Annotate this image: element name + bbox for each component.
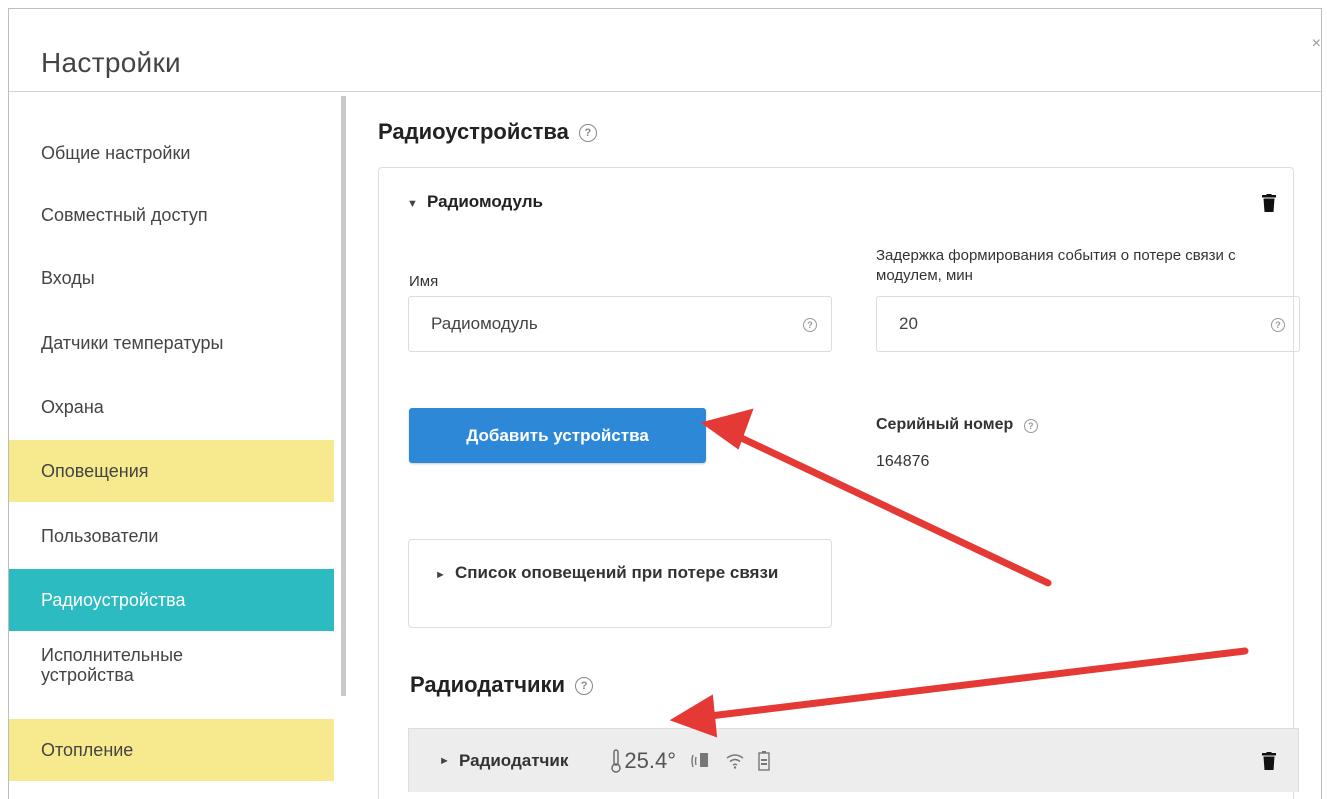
trash-icon[interactable] [1262, 752, 1276, 770]
delay-input[interactable]: 20 ? [876, 296, 1300, 352]
sidebar-item-heating[interactable]: Отопление [9, 719, 334, 781]
caret-right-icon: ► [439, 754, 450, 767]
settings-dialog: Настройки × Общие настройки Совместный д… [8, 8, 1322, 799]
sidebar-item-notifications[interactable]: Оповещения [9, 440, 334, 502]
signal-icon [691, 752, 708, 767]
sidebar-scrollbar[interactable] [341, 96, 346, 696]
battery-icon [758, 750, 770, 771]
radio-module-card: ▼ Радиомодуль Имя Радиомодуль ? Задержка … [378, 167, 1300, 799]
help-icon[interactable]: ? [575, 677, 594, 696]
notifications-list-toggle[interactable]: ► Список оповещений при потере связи [408, 539, 832, 628]
help-icon[interactable]: ? [1023, 419, 1038, 433]
serial-value: 164876 [876, 453, 930, 470]
help-icon[interactable]: ? [578, 124, 597, 143]
sensor-temperature: 25.4° [624, 747, 676, 773]
name-label: Имя [409, 273, 439, 290]
module-header[interactable]: ▼ Радиомодуль [407, 192, 543, 212]
sidebar-item-temperature-sensors[interactable]: Датчики температуры [9, 312, 334, 374]
sensor-row[interactable]: ► Радиодатчик 25.4° [408, 728, 1299, 792]
sidebar-item-general[interactable]: Общие настройки [9, 122, 334, 184]
name-input[interactable]: Радиомодуль ? [408, 296, 832, 352]
add-devices-button[interactable]: Добавить устройства [409, 408, 706, 463]
sidebar-item-inputs[interactable]: Входы [9, 247, 334, 309]
dialog-title: Настройки [41, 47, 181, 78]
sensors-heading: Радиодатчики? [410, 672, 594, 698]
close-icon[interactable]: × [1312, 35, 1321, 53]
delay-label: Задержка формирования события о потере с… [876, 247, 1236, 284]
sidebar-item-shared-access[interactable]: Совместный доступ [9, 184, 334, 246]
sidebar-item-actuators[interactable]: Исполнительные устройства [9, 634, 334, 696]
wifi-icon [726, 753, 744, 769]
sidebar-item-users[interactable]: Пользователи [9, 505, 334, 567]
caret-right-icon: ► [435, 569, 446, 581]
sidebar-item-radio-devices[interactable]: Радиоустройства [9, 569, 334, 631]
help-icon[interactable]: ? [1271, 318, 1285, 332]
caret-down-icon: ▼ [407, 198, 418, 210]
trash-icon[interactable] [1262, 194, 1276, 212]
serial-label: Серийный номер ? [876, 415, 1038, 435]
help-icon[interactable]: ? [803, 318, 817, 332]
page-heading: Радиоустройства? [378, 119, 597, 145]
sidebar: Общие настройки Совместный доступ Входы … [9, 92, 334, 799]
thermometer-icon [611, 748, 622, 773]
sidebar-item-security[interactable]: Охрана [9, 376, 334, 438]
